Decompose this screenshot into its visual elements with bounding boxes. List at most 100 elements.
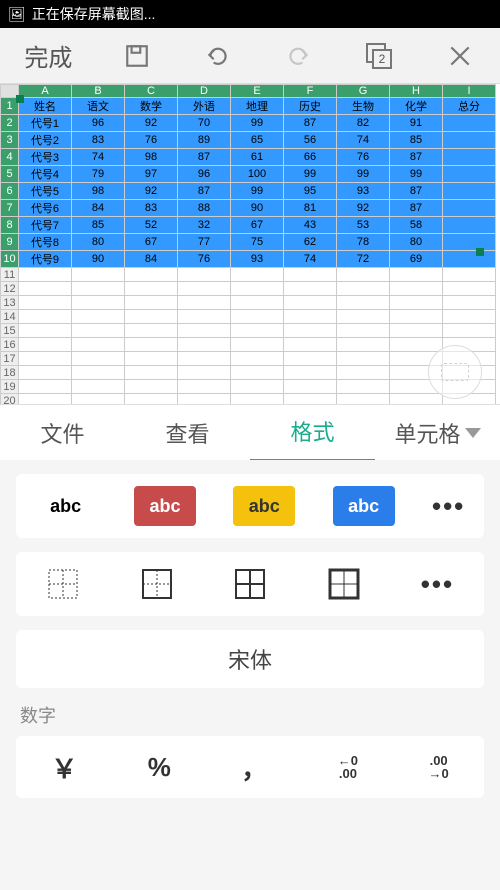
cell[interactable] [125,324,178,338]
cell[interactable] [284,380,337,394]
cell[interactable] [337,324,390,338]
fill-none[interactable]: abc [35,486,97,526]
cell[interactable] [284,268,337,282]
cell[interactable] [443,234,496,251]
cell[interactable] [72,394,125,405]
cell[interactable] [178,324,231,338]
cell[interactable] [231,338,284,352]
cell[interactable]: 92 [337,200,390,217]
cell[interactable] [284,366,337,380]
fill-blue[interactable]: abc [333,486,395,526]
cell[interactable]: 79 [72,166,125,183]
cell[interactable] [19,296,72,310]
cell[interactable]: 97 [125,166,178,183]
cell[interactable] [337,394,390,405]
cell[interactable]: 化学 [390,98,443,115]
cell[interactable] [125,310,178,324]
cell[interactable]: 77 [178,234,231,251]
cell[interactable]: 99 [390,166,443,183]
border-outline[interactable] [140,567,174,601]
border-none[interactable] [46,567,80,601]
cell[interactable] [178,380,231,394]
cell[interactable] [231,394,284,405]
cell[interactable] [231,268,284,282]
currency-button[interactable]: ￥ [51,749,77,786]
cell[interactable] [178,338,231,352]
cell[interactable]: 67 [125,234,178,251]
cell[interactable]: 99 [231,115,284,132]
cell[interactable]: 87 [390,183,443,200]
cell[interactable]: 80 [390,234,443,251]
cell[interactable] [337,338,390,352]
cell[interactable]: 82 [337,115,390,132]
close-button[interactable] [436,36,484,76]
cell[interactable]: 96 [72,115,125,132]
cell[interactable]: 85 [72,217,125,234]
cell[interactable] [390,338,443,352]
cell[interactable]: 88 [178,200,231,217]
cell[interactable] [443,310,496,324]
cell[interactable] [337,268,390,282]
undo-button[interactable] [194,36,242,76]
cell[interactable]: 98 [72,183,125,200]
selection-handle-br[interactable] [476,248,484,256]
cell[interactable]: 75 [231,234,284,251]
cell[interactable]: 代号1 [19,115,72,132]
cell[interactable] [72,282,125,296]
cell[interactable]: 52 [125,217,178,234]
cell[interactable]: 62 [284,234,337,251]
cell[interactable] [19,394,72,405]
cell[interactable]: 92 [125,183,178,200]
cell[interactable]: 87 [178,183,231,200]
cell[interactable] [231,380,284,394]
border-more[interactable]: ••• [421,569,454,600]
cell[interactable] [178,394,231,405]
cell[interactable] [443,132,496,149]
cell[interactable]: 历史 [284,98,337,115]
cell[interactable] [443,324,496,338]
cell[interactable] [178,268,231,282]
thousand-button[interactable]: ， [241,749,267,786]
cell[interactable]: 99 [337,166,390,183]
cell[interactable] [178,310,231,324]
cell[interactable]: 代号2 [19,132,72,149]
spreadsheet[interactable]: ABCDEFGHI1姓名语文数学外语地理历史生物化学总分2代号196927099… [0,84,500,404]
cell[interactable] [125,282,178,296]
cell[interactable] [231,352,284,366]
percent-button[interactable]: % [148,752,171,783]
cell[interactable] [231,324,284,338]
cell[interactable]: 代号6 [19,200,72,217]
cell[interactable] [19,282,72,296]
cell[interactable] [72,324,125,338]
cell[interactable] [125,352,178,366]
cell[interactable] [72,310,125,324]
cell[interactable] [390,310,443,324]
cell[interactable] [125,268,178,282]
cell[interactable]: 语文 [72,98,125,115]
cell[interactable] [72,366,125,380]
tab-cell[interactable]: 单元格 [375,405,500,461]
cell[interactable]: 总分 [443,98,496,115]
cell[interactable] [72,268,125,282]
cell[interactable]: 87 [284,115,337,132]
cell[interactable] [284,352,337,366]
cell[interactable] [125,380,178,394]
cell[interactable] [19,338,72,352]
cell[interactable]: 67 [231,217,284,234]
cell[interactable] [443,282,496,296]
cell[interactable] [178,366,231,380]
border-all[interactable] [233,567,267,601]
cell[interactable]: 74 [337,132,390,149]
cell[interactable]: 74 [72,149,125,166]
cell[interactable]: 98 [125,149,178,166]
cell[interactable]: 84 [125,251,178,268]
cell[interactable] [337,296,390,310]
cell[interactable] [443,296,496,310]
cell[interactable] [284,296,337,310]
cell[interactable] [231,282,284,296]
cell[interactable] [72,380,125,394]
fill-red[interactable]: abc [134,486,196,526]
cell[interactable]: 74 [284,251,337,268]
cell[interactable] [19,268,72,282]
cell[interactable]: 数学 [125,98,178,115]
